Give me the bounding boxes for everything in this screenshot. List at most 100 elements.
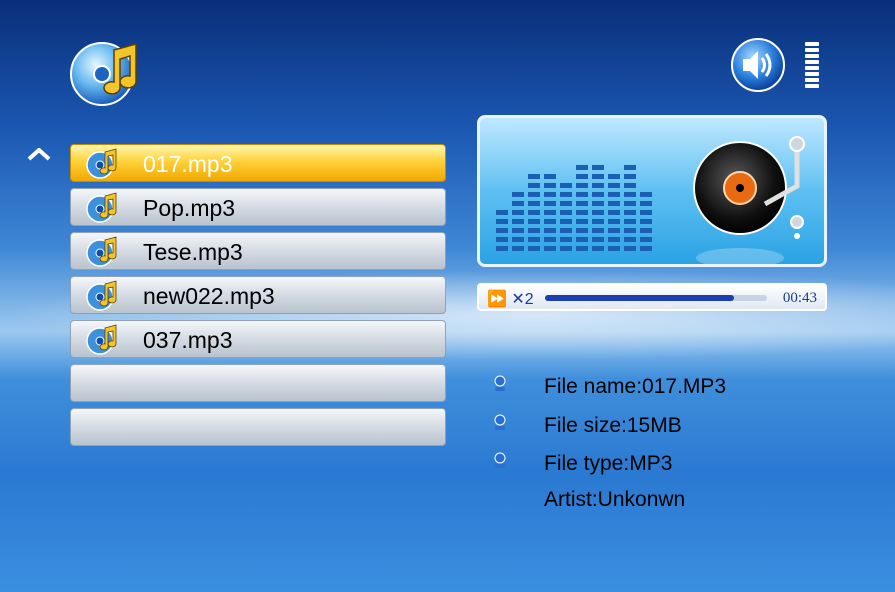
equalizer-segment (592, 192, 604, 197)
equalizer-segment (560, 237, 572, 242)
volume-level-indicator[interactable] (805, 42, 823, 88)
chevron-up-icon[interactable] (26, 147, 52, 161)
equalizer-segment (512, 201, 524, 206)
equalizer-segment (592, 183, 604, 188)
equalizer-segment (624, 192, 636, 197)
equalizer-segment (512, 228, 524, 233)
volume-bar (805, 42, 819, 46)
volume-bar (805, 66, 819, 70)
equalizer-segment (608, 183, 620, 188)
volume-bar (805, 72, 819, 76)
equalizer-segment (496, 246, 508, 251)
equalizer-segment (640, 192, 652, 197)
equalizer-segment (608, 192, 620, 197)
equalizer-segment (528, 201, 540, 206)
music-disc-icon (85, 236, 119, 268)
equalizer-segment (608, 219, 620, 224)
playback-time: 00:43 (782, 290, 817, 306)
volume-bar (805, 78, 819, 82)
playlist-item[interactable]: 037.mp3 (70, 320, 446, 358)
equalizer-segment (544, 183, 556, 188)
playlist-item[interactable]: 017.mp3 (70, 144, 446, 182)
equalizer-segment (608, 228, 620, 233)
equalizer-segment (624, 219, 636, 224)
equalizer-segment (624, 210, 636, 215)
equalizer-segment (512, 219, 524, 224)
equalizer-segment (496, 237, 508, 242)
equalizer-segment (528, 228, 540, 233)
equalizer-segment (576, 228, 588, 233)
equalizer-segment (512, 210, 524, 215)
playlist: 017.mp3 Pop.mp3 Tese.mp3 new022.mp3 037.… (70, 144, 446, 452)
vinyl-record-icon (693, 136, 805, 264)
equalizer-segment (592, 219, 604, 224)
equalizer-segment (512, 246, 524, 251)
equalizer-segment (592, 165, 604, 170)
equalizer-segment (528, 246, 540, 251)
playlist-item-empty[interactable] (70, 408, 446, 446)
equalizer-segment (576, 219, 588, 224)
playlist-item[interactable]: new022.mp3 (70, 276, 446, 314)
equalizer-segment (640, 228, 652, 233)
playlist-item[interactable]: Tese.mp3 (70, 232, 446, 270)
equalizer-segment (560, 210, 572, 215)
equalizer-segment (576, 210, 588, 215)
equalizer-segment (544, 201, 556, 206)
info-bullet-icon (493, 375, 507, 397)
playlist-item-label: Tese.mp3 (143, 239, 243, 265)
music-app-icon (68, 40, 144, 108)
progress-track[interactable] (545, 295, 767, 301)
equalizer-segment (560, 228, 572, 233)
music-disc-icon (85, 192, 119, 224)
playback-speed-indicator: ⏩ ✕2 (487, 291, 534, 308)
equalizer-segment (624, 201, 636, 206)
equalizer-segment (512, 237, 524, 242)
equalizer-segment (576, 174, 588, 179)
equalizer-segment (592, 237, 604, 242)
playlist-item-label: Pop.mp3 (143, 195, 236, 221)
equalizer-segment (560, 183, 572, 188)
artist-info: Artist:Unkonwn (544, 488, 686, 511)
equalizer-segment (496, 210, 508, 215)
equalizer-segment (624, 165, 636, 170)
volume-bar (805, 48, 819, 52)
music-disc-icon (85, 280, 119, 312)
equalizer-segment (496, 228, 508, 233)
playlist-item-empty[interactable] (70, 364, 446, 402)
file-name-info: File name:017.MP3 (544, 375, 727, 398)
equalizer-segment (576, 237, 588, 242)
equalizer-segment (544, 237, 556, 242)
equalizer-segment (544, 228, 556, 233)
equalizer-segment (624, 174, 636, 179)
music-disc-icon (85, 148, 119, 180)
playlist-item-label: 037.mp3 (143, 327, 233, 353)
equalizer-segment (624, 246, 636, 251)
playlist-item[interactable]: Pop.mp3 (70, 188, 446, 226)
equalizer-segment (528, 174, 540, 179)
equalizer-segment (592, 246, 604, 251)
equalizer-segment (528, 210, 540, 215)
equalizer-segment (624, 228, 636, 233)
equalizer-segment (640, 210, 652, 215)
playback-progress-bar[interactable]: ⏩ ✕2 00:43 (477, 283, 827, 311)
equalizer-segment (624, 237, 636, 242)
equalizer-segment (544, 219, 556, 224)
equalizer-segment (608, 237, 620, 242)
equalizer-segment (544, 192, 556, 197)
playlist-item-label: 017.mp3 (143, 151, 233, 177)
equalizer-segment (560, 201, 572, 206)
equalizer-segment (608, 210, 620, 215)
equalizer-segment (528, 219, 540, 224)
volume-bar (805, 60, 819, 64)
equalizer-segment (640, 246, 652, 251)
playlist-item-label: new022.mp3 (143, 283, 275, 309)
equalizer-segment (592, 228, 604, 233)
volume-bar (805, 84, 819, 88)
music-disc-icon (85, 324, 119, 356)
equalizer-segment (560, 192, 572, 197)
equalizer-segment (512, 192, 524, 197)
progress-fill (545, 295, 734, 301)
speaker-icon[interactable] (729, 37, 787, 93)
equalizer-segment (544, 210, 556, 215)
file-type-info: File type:MP3 (544, 452, 673, 475)
